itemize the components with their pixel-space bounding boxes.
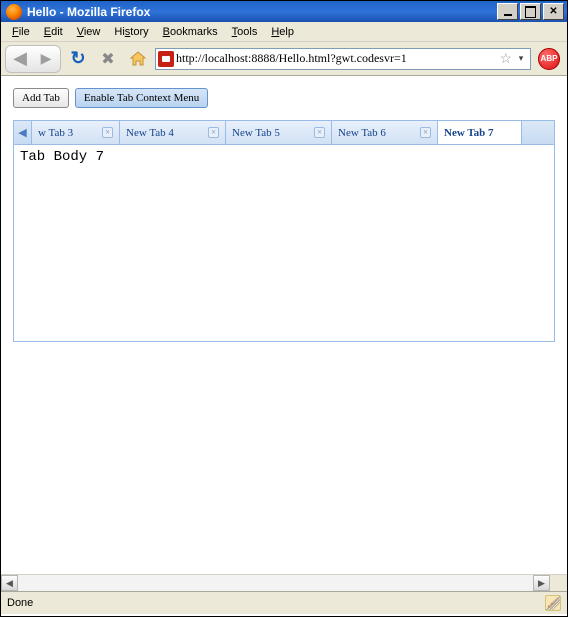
- tab-label: New Tab 5: [232, 127, 280, 139]
- tab-item-3[interactable]: w Tab 3 ×: [32, 121, 120, 144]
- url-dropdown-icon[interactable]: ▾: [514, 53, 528, 64]
- tab-label: New Tab 6: [338, 127, 386, 139]
- close-window-button[interactable]: [543, 3, 564, 20]
- horizontal-scrollbar[interactable]: ◀ ▶: [1, 574, 567, 591]
- tab-close-icon[interactable]: ×: [314, 127, 325, 138]
- back-button[interactable]: ◀: [7, 47, 33, 71]
- menu-bookmarks[interactable]: Bookmarks: [156, 24, 225, 40]
- scroll-left-button[interactable]: ◀: [1, 575, 18, 591]
- tab-body: Tab Body 7: [14, 145, 554, 341]
- home-button[interactable]: [128, 49, 148, 69]
- menu-tools[interactable]: Tools: [225, 24, 265, 40]
- tab-close-icon[interactable]: ×: [420, 127, 431, 138]
- window-controls: [495, 3, 564, 20]
- tab-item-6[interactable]: New Tab 6 ×: [332, 121, 438, 144]
- tab-scroll-left-button[interactable]: ◀: [14, 121, 32, 144]
- status-text: Done: [7, 597, 545, 609]
- tab-label: New Tab 4: [126, 127, 174, 139]
- page-content: Add Tab Enable Tab Context Menu ◀ w Tab …: [1, 76, 567, 354]
- tab-strip: ◀ w Tab 3 × New Tab 4 × New Tab 5 × New …: [14, 121, 554, 145]
- scroll-right-button[interactable]: ▶: [533, 575, 550, 591]
- adblock-plus-button[interactable]: ABP: [538, 48, 560, 70]
- tab-item-4[interactable]: New Tab 4 ×: [120, 121, 226, 144]
- browser-viewport: Add Tab Enable Tab Context Menu ◀ w Tab …: [1, 76, 567, 592]
- menu-bar: File Edit View History Bookmarks Tools H…: [1, 22, 567, 42]
- menu-view[interactable]: View: [70, 24, 108, 40]
- menu-edit[interactable]: Edit: [37, 24, 70, 40]
- firefox-icon: [6, 4, 22, 20]
- navigation-toolbar: ◀ ▶ ↻ ✖ ☆ ▾ ABP: [1, 42, 567, 76]
- tab-panel: ◀ w Tab 3 × New Tab 4 × New Tab 5 × New …: [13, 120, 555, 342]
- menu-file[interactable]: File: [5, 24, 37, 40]
- status-bar: Done: [1, 592, 567, 614]
- window-title: Hello - Mozilla Firefox: [27, 5, 495, 19]
- tab-close-icon[interactable]: ×: [102, 127, 113, 138]
- nav-back-forward-group: ◀ ▶: [5, 45, 61, 73]
- stop-button[interactable]: ✖: [98, 49, 118, 69]
- reload-button[interactable]: ↻: [68, 49, 88, 69]
- tab-label: New Tab 7: [444, 127, 494, 139]
- tab-label: w Tab 3: [38, 127, 73, 139]
- url-input[interactable]: [174, 51, 497, 66]
- forward-button[interactable]: ▶: [33, 47, 59, 71]
- menu-history[interactable]: History: [107, 24, 155, 40]
- maximize-button[interactable]: [520, 3, 541, 20]
- button-row: Add Tab Enable Tab Context Menu: [13, 88, 555, 108]
- menu-help[interactable]: Help: [264, 24, 301, 40]
- url-bar[interactable]: ☆ ▾: [155, 48, 531, 70]
- scroll-corner: [550, 575, 567, 591]
- firebug-icon[interactable]: [545, 595, 561, 611]
- home-icon: [129, 50, 147, 68]
- minimize-button[interactable]: [497, 3, 518, 20]
- enable-context-menu-button[interactable]: Enable Tab Context Menu: [75, 88, 208, 108]
- site-identity-icon[interactable]: [158, 51, 174, 67]
- tab-item-5[interactable]: New Tab 5 ×: [226, 121, 332, 144]
- scroll-track[interactable]: [18, 575, 533, 591]
- bookmark-star-icon[interactable]: ☆: [499, 50, 512, 67]
- tab-close-icon[interactable]: ×: [208, 127, 219, 138]
- window-titlebar: Hello - Mozilla Firefox: [1, 1, 567, 22]
- tab-body-text: Tab Body 7: [20, 149, 104, 165]
- add-tab-button[interactable]: Add Tab: [13, 88, 69, 108]
- tab-item-7[interactable]: New Tab 7: [438, 121, 522, 145]
